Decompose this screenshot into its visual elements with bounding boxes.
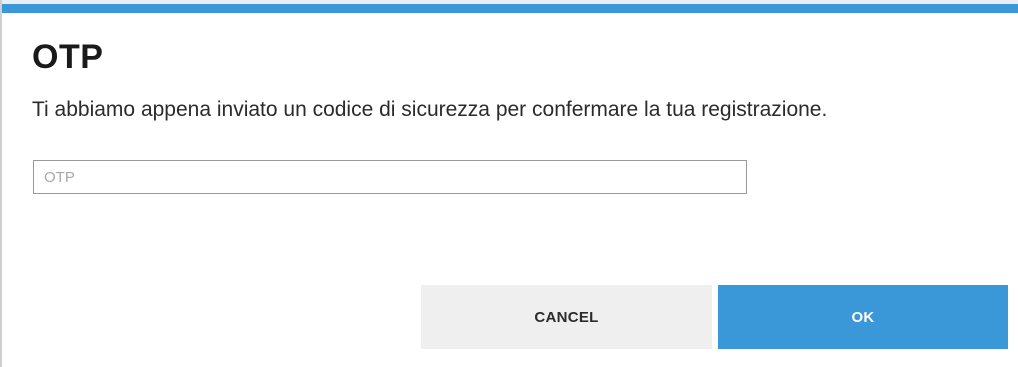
ok-button[interactable]: OK xyxy=(718,285,1008,349)
otp-input[interactable] xyxy=(33,160,747,194)
dialog-accent-bar xyxy=(2,4,1018,13)
dialog-title: OTP xyxy=(32,38,104,76)
dialog-message: Ti abbiamo appena inviato un codice di s… xyxy=(32,98,828,121)
cancel-button[interactable]: CANCEL xyxy=(421,285,712,349)
otp-dialog: OTP Ti abbiamo appena inviato un codice … xyxy=(0,0,1018,367)
